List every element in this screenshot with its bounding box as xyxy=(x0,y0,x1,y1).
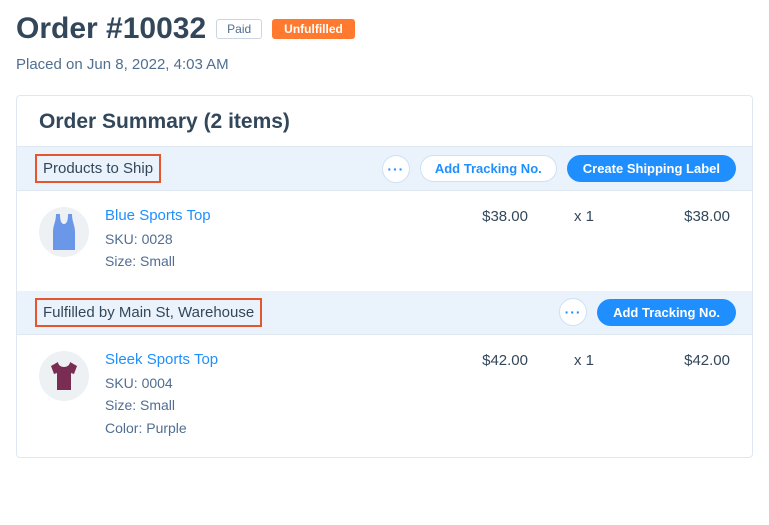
order-header: Order #10032 Paid Unfulfilled xyxy=(16,12,753,46)
item-unit-price: $38.00 xyxy=(448,207,528,225)
line-item: Sleek Sports Top SKU: 0004 Size: Small C… xyxy=(17,335,752,457)
add-tracking-button[interactable]: Add Tracking No. xyxy=(597,299,736,326)
placed-on-text: Placed on Jun 8, 2022, 4:03 AM xyxy=(16,56,753,73)
product-thumbnail xyxy=(39,207,89,257)
paid-badge: Paid xyxy=(216,19,262,39)
item-qty: x 1 xyxy=(544,351,624,369)
order-title: Order #10032 xyxy=(16,12,206,46)
section-actions: ··· Add Tracking No. xyxy=(559,298,736,326)
item-sku: SKU: 0004 xyxy=(105,372,432,394)
section-actions: ··· Add Tracking No. Create Shipping Lab… xyxy=(382,155,736,183)
create-shipping-label-button[interactable]: Create Shipping Label xyxy=(567,155,736,182)
order-summary-card: Order Summary (2 items) Products to Ship… xyxy=(16,95,753,458)
item-line-total: $42.00 xyxy=(640,351,730,369)
section-products-to-ship: Products to Ship ··· Add Tracking No. Cr… xyxy=(17,147,752,191)
more-actions-button[interactable]: ··· xyxy=(559,298,587,326)
unfulfilled-badge: Unfulfilled xyxy=(272,19,355,39)
more-actions-button[interactable]: ··· xyxy=(382,155,410,183)
section-label: Fulfilled by Main St, Warehouse xyxy=(39,302,258,323)
section-label: Products to Ship xyxy=(39,158,157,179)
tank-top-icon xyxy=(47,212,81,252)
item-name-link[interactable]: Blue Sports Top xyxy=(105,207,432,224)
item-sku: SKU: 0028 xyxy=(105,228,432,250)
item-qty: x 1 xyxy=(544,207,624,225)
add-tracking-button[interactable]: Add Tracking No. xyxy=(420,155,557,182)
item-info: Sleek Sports Top SKU: 0004 Size: Small C… xyxy=(105,351,432,439)
tshirt-icon xyxy=(44,356,84,396)
summary-title: Order Summary (2 items) xyxy=(17,96,752,147)
item-size: Size: Small xyxy=(105,394,432,416)
section-fulfilled-by: Fulfilled by Main St, Warehouse ··· Add … xyxy=(17,291,752,335)
item-size: Size: Small xyxy=(105,250,432,272)
product-thumbnail xyxy=(39,351,89,401)
item-info: Blue Sports Top SKU: 0028 Size: Small xyxy=(105,207,432,273)
item-name-link[interactable]: Sleek Sports Top xyxy=(105,351,432,368)
item-unit-price: $42.00 xyxy=(448,351,528,369)
item-color: Color: Purple xyxy=(105,417,432,439)
line-item: Blue Sports Top SKU: 0028 Size: Small $3… xyxy=(17,191,752,291)
item-line-total: $38.00 xyxy=(640,207,730,225)
